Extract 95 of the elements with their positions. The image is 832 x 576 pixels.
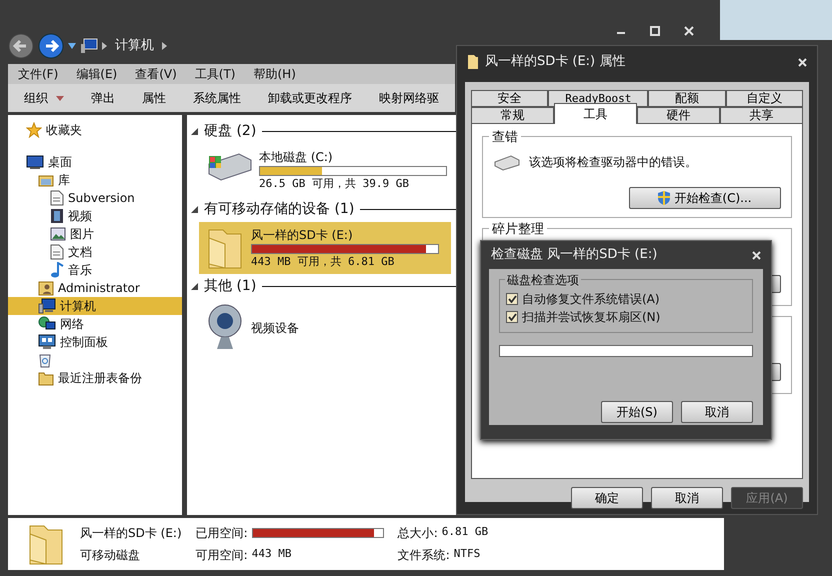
maximize-icon [650, 26, 660, 36]
sidebar-item[interactable]: 网络 [8, 315, 182, 333]
dialog-button[interactable]: 确定 [571, 487, 643, 509]
sidebar-item[interactable]: 音乐 [8, 261, 182, 279]
dialog-button[interactable]: 取消 [681, 401, 753, 423]
dropdown-caret-icon [68, 43, 76, 49]
monitor-icon [26, 154, 44, 170]
chevron-icon [102, 42, 107, 50]
sidebar-item[interactable]: 控制面板 [8, 333, 182, 351]
sidebar-item[interactable]: 收藏夹 [8, 121, 182, 139]
dialog-button[interactable]: 开始(S) [601, 401, 673, 423]
sidebar-item[interactable]: 桌面 [8, 153, 182, 171]
menu-item[interactable]: 查看(V) [135, 65, 177, 83]
user-folder-icon [38, 280, 54, 296]
folder-icon [38, 370, 54, 386]
drive-name: 视频设备 [251, 320, 299, 337]
group-title: 磁盘检查选项 [505, 271, 581, 289]
tab[interactable]: 自定义 [726, 90, 803, 107]
sidebar-item[interactable]: Subversion [8, 189, 182, 207]
network-icon [38, 316, 56, 332]
sidebar-item[interactable]: 视频 [8, 207, 182, 225]
checkbox[interactable] [506, 311, 518, 323]
collapse-triangle-icon [191, 283, 198, 290]
menu-item[interactable]: 工具(T) [194, 65, 236, 83]
music-note-icon [50, 262, 64, 278]
group-heading: 有可移动存储的设备 (1) [204, 200, 354, 218]
drive-item[interactable]: 本地磁盘 (C:) 26.5 GB 可用，共 39.9 GB [199, 144, 451, 196]
group-heading: 硬盘 (2) [204, 122, 256, 141]
sidebar-item[interactable]: 文档 [8, 243, 182, 261]
sidebar-item[interactable]: 库 [8, 171, 182, 189]
recycle-bin-icon [38, 352, 52, 368]
tab[interactable]: 共享 [720, 107, 803, 124]
forward-button-icon [38, 33, 64, 59]
tab[interactable]: 工具 [554, 103, 637, 124]
file-system-value: NTFS [454, 546, 480, 562]
picture-icon [50, 227, 66, 241]
sidebar-item[interactable]: 最近注册表备份 [8, 369, 182, 387]
sidebar-item[interactable]: Administrator [8, 279, 182, 297]
drive-item[interactable]: 视频设备 [199, 299, 451, 357]
collapse-triangle-icon [191, 206, 198, 212]
toolbar-button[interactable]: 弹出 [91, 89, 126, 107]
check-now-button[interactable]: 开始检查(C)... [629, 187, 781, 209]
computer-icon [38, 298, 56, 314]
shield-icon [658, 191, 670, 205]
dialog-button[interactable]: 取消 [651, 487, 723, 509]
tab[interactable]: 硬件 [637, 107, 720, 124]
total-size-value: 6.81 GB [442, 524, 488, 540]
menu-item[interactable]: 编辑(E) [76, 65, 118, 83]
star-icon [26, 122, 42, 138]
used-space-label: 已用空间: [196, 525, 248, 542]
close-icon[interactable] [798, 58, 807, 66]
sidebar-item[interactable]: 图片 [8, 225, 182, 243]
checkbox-label: 自动修复文件系统错误(A) [522, 291, 660, 308]
drive-name: 本地磁盘 (C:) [259, 149, 334, 166]
free-space-text: 26.5 GB 可用，共 39.9 GB [259, 176, 410, 192]
drive-icon [493, 153, 521, 171]
toolbar-button[interactable]: 属性 [142, 89, 177, 107]
checkbox-label: 扫描并尝试恢复坏扇区(N) [522, 309, 660, 326]
free-space-label: 可用空间: [196, 547, 248, 564]
document-icon [50, 244, 64, 260]
drive-name: 风一样的SD卡 (E:) [251, 226, 354, 244]
computer-icon [80, 38, 98, 54]
checkbox[interactable] [506, 293, 518, 305]
dialog-title: 风一样的SD卡 (E:) 属性 [485, 53, 626, 72]
tab[interactable]: 安全 [471, 90, 548, 107]
drive-type: 可移动磁盘 [80, 547, 141, 564]
chevron-icon [162, 42, 167, 50]
dropdown-caret-icon [56, 96, 64, 100]
total-size-label: 总大小: [398, 525, 438, 542]
toolbar-button[interactable]: 系统属性 [193, 89, 252, 107]
toolbar-button[interactable]: 组织 [24, 89, 75, 107]
toolbar-button[interactable]: 卸载或更改程序 [268, 89, 363, 107]
document-icon [50, 190, 64, 206]
drive-item[interactable]: 风一样的SD卡 (E:) 443 MB 可用，共 6.81 GB [199, 222, 451, 274]
tab[interactable]: 配额 [648, 90, 726, 107]
film-icon [50, 208, 64, 224]
collapse-triangle-icon [191, 128, 198, 135]
drive-name: 风一样的SD卡 (E:) [80, 525, 182, 542]
breadcrumb-item[interactable]: 计算机 [115, 36, 154, 56]
group-heading: 其他 (1) [204, 277, 256, 296]
free-space-text: 443 MB 可用，共 6.81 GB [251, 254, 396, 270]
dialog-title: 检查磁盘 风一样的SD卡 (E:) [491, 246, 658, 264]
sidebar-item[interactable]: 计算机 [8, 297, 182, 315]
menu-item[interactable]: 文件(F) [18, 65, 58, 83]
free-space-value: 443 MB [252, 546, 292, 562]
back-button-icon [8, 33, 34, 59]
tab[interactable]: 常规 [471, 107, 554, 124]
toolbar-button[interactable]: 映射网络驱 [379, 89, 450, 107]
control-panel-icon [38, 334, 56, 350]
description-text: 该选项将检查驱动器中的错误。 [529, 154, 698, 171]
close-icon[interactable] [752, 250, 761, 260]
file-system-label: 文件系统: [398, 547, 450, 564]
menu-item[interactable]: 帮助(H) [254, 65, 296, 83]
close-icon [684, 26, 694, 36]
folder-icon [467, 54, 479, 70]
